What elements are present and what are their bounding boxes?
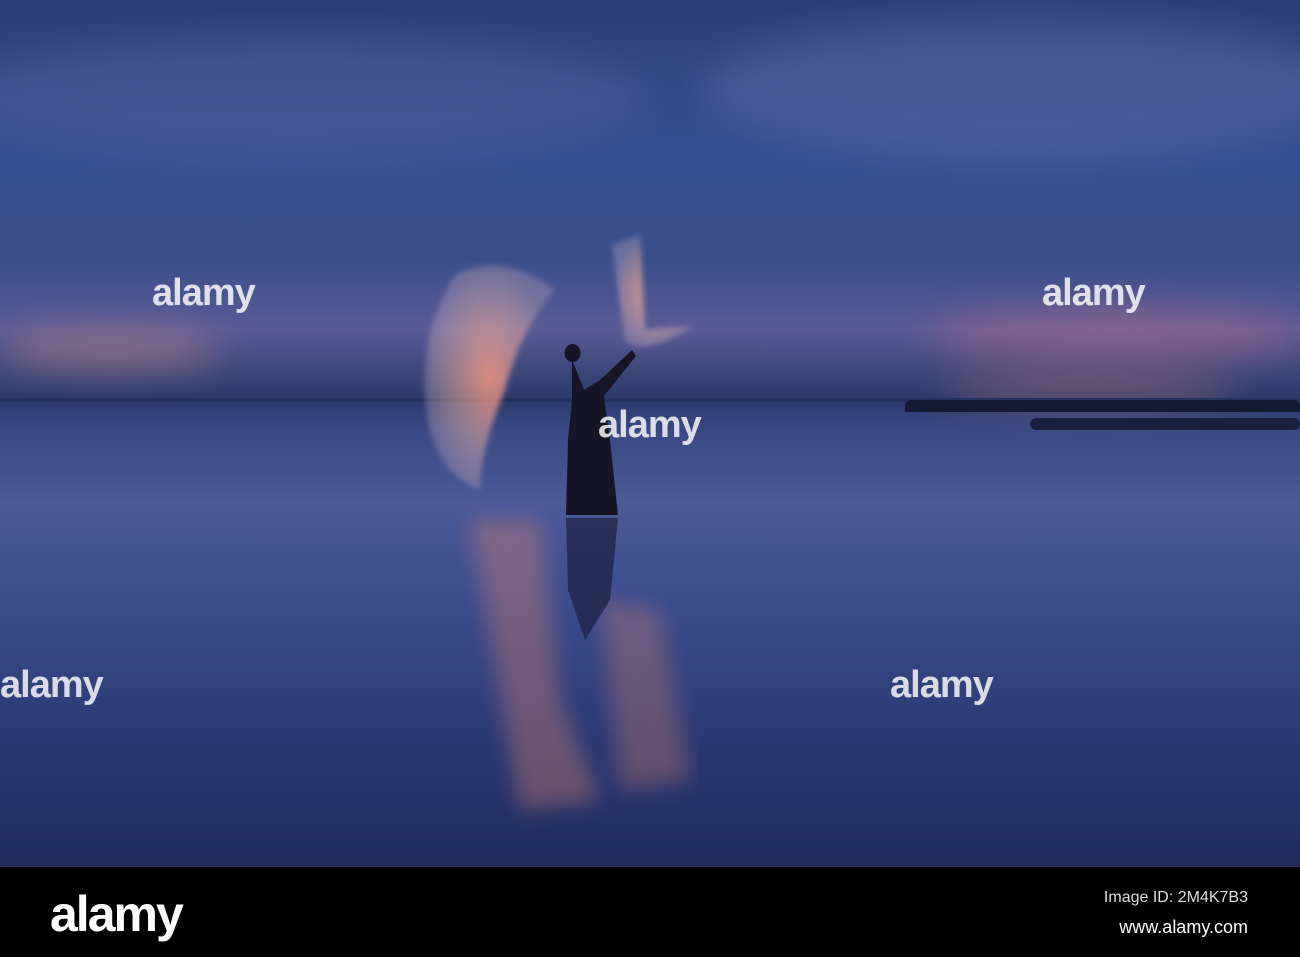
reflection — [600, 600, 690, 790]
watermark: alamy — [0, 664, 104, 706]
watermark: alamy — [890, 664, 994, 706]
watermark: alamy — [598, 404, 702, 446]
image-id: Image ID: 2M4K7B3 — [1103, 889, 1248, 906]
photo-light-painting-beach: alamy alamy alamy alamy alamy — [0, 0, 1300, 867]
watermark: alamy — [1042, 272, 1146, 314]
footer-bar: alamy Image ID: 2M4K7B3 www.alamy.com — [0, 867, 1300, 957]
watermark: alamy — [152, 272, 256, 314]
light-trail — [424, 265, 555, 490]
alamy-logo: alamy — [50, 886, 184, 942]
website-url: www.alamy.com — [1119, 917, 1248, 937]
light-trail — [612, 235, 695, 348]
stock-photo: alamy alamy alamy alamy alamy alamy Imag… — [0, 0, 1300, 957]
